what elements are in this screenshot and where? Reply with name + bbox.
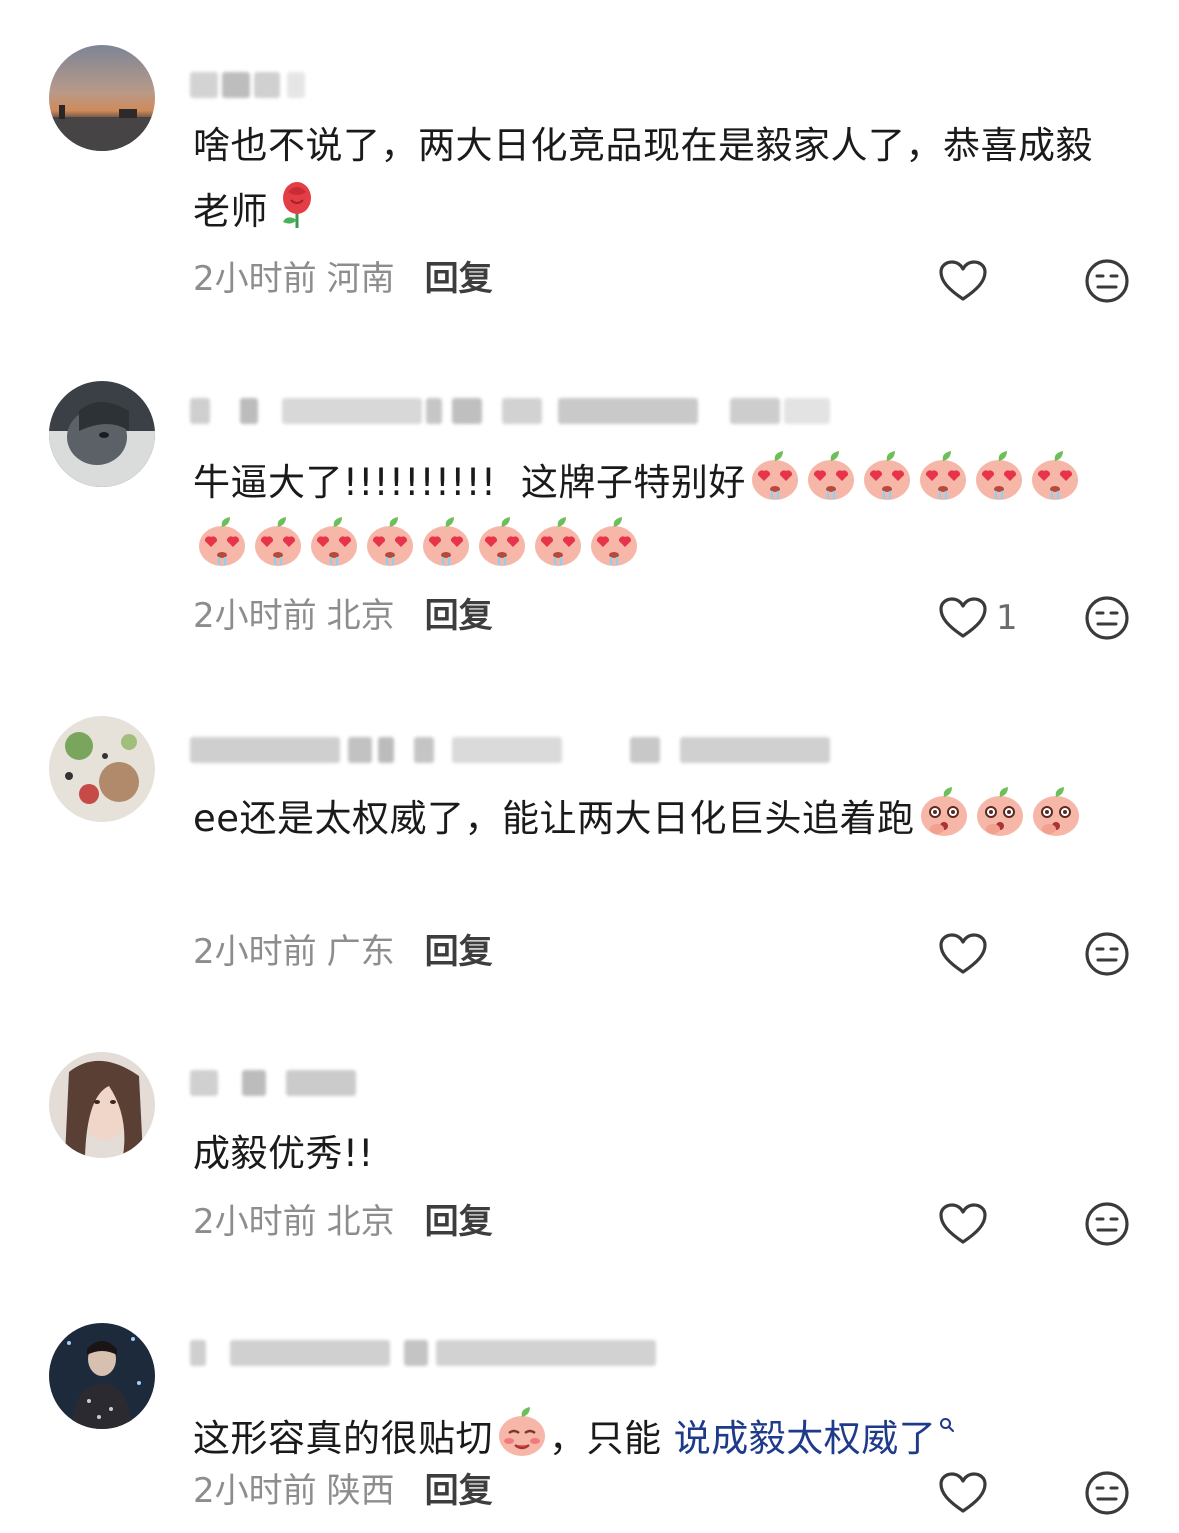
food-avatar-image (49, 716, 155, 822)
comment-text-segment: 成毅优秀!! (193, 1132, 374, 1175)
meh-face-icon[interactable] (1084, 595, 1130, 641)
comment-text-segment: 牛逼大了!!!!!!!!!! 这牌子特别好 (193, 461, 746, 504)
comment-location: 陕西 (326, 1471, 395, 1511)
comment-time: 2小时前 (193, 1202, 317, 1242)
heart-eyes-peach-emoji (251, 515, 305, 569)
comment-meta: 2小时前 河南 回复 (193, 259, 493, 299)
heart-eyes-peach-emoji (1028, 449, 1082, 503)
reply-button[interactable]: 回复 (425, 932, 493, 972)
heart-outline-icon[interactable] (938, 1471, 988, 1515)
heart-eyes-peach-emoji (195, 515, 249, 569)
comment-text-segment: 啥也不说了，两大日化竞品现在是毅家人了，恭喜成毅老师 (193, 124, 1093, 233)
comment-text: 牛逼大了!!!!!!!!!! 这牌子特别好 (193, 449, 1123, 581)
avatar[interactable] (49, 716, 155, 822)
heart-eyes-peach-emoji (531, 515, 585, 569)
search-icon[interactable] (939, 1389, 955, 1453)
avatar[interactable] (49, 1052, 155, 1158)
heart-outline-icon[interactable] (938, 596, 988, 640)
comment-text: 这形容真的很贴切 ，只能 说成毅太权威了 (193, 1389, 1123, 1471)
heart-eyes-peach-emoji (587, 515, 641, 569)
reply-button[interactable]: 回复 (425, 259, 493, 299)
comment-location: 广东 (326, 932, 395, 972)
comment-time: 2小时前 (193, 932, 317, 972)
heart-outline-icon[interactable] (938, 1202, 988, 1246)
comment-location: 河南 (326, 259, 395, 299)
comment-text-segment: ee还是太权威了，能让两大日化巨头追着跑 (193, 797, 915, 840)
avatar[interactable] (49, 1323, 155, 1429)
heart-eyes-peach-emoji (307, 515, 361, 569)
username-blurred[interactable] (190, 1340, 890, 1372)
shocked-peach-emoji (1029, 785, 1083, 839)
reply-button[interactable]: 回复 (425, 1202, 493, 1242)
comment-time: 2小时前 (193, 596, 317, 636)
heart-outline-icon[interactable] (938, 932, 988, 976)
comment-text-segment: ，只能 (549, 1417, 674, 1460)
comment-text: 成毅优秀!! (193, 1122, 1123, 1186)
meh-face-icon[interactable] (1084, 258, 1130, 304)
avatar[interactable] (49, 45, 155, 151)
heart-eyes-peach-emoji (748, 449, 802, 503)
username-blurred[interactable] (190, 72, 890, 104)
username-blurred[interactable] (190, 1070, 890, 1102)
reply-button[interactable]: 回复 (425, 596, 493, 636)
comment-meta: 2小时前 陕西 回复 (193, 1471, 493, 1511)
heart-eyes-peach-emoji (475, 515, 529, 569)
reply-button[interactable]: 回复 (425, 1471, 493, 1511)
stage-avatar-image (49, 1323, 155, 1429)
search-link[interactable]: 说成毅太权威了 (674, 1417, 937, 1460)
comment-location: 北京 (326, 596, 395, 636)
heart-outline-icon[interactable] (938, 259, 988, 303)
portrait-avatar-image (49, 381, 155, 487)
like-count: 1 (996, 598, 1018, 638)
avatar[interactable] (49, 381, 155, 487)
heart-eyes-peach-emoji (972, 449, 1026, 503)
comment-location: 北京 (326, 1202, 395, 1242)
shocked-peach-emoji (973, 785, 1027, 839)
comment-meta: 2小时前 北京 回复 (193, 596, 493, 636)
username-blurred[interactable] (190, 737, 890, 769)
heart-eyes-peach-emoji (363, 515, 417, 569)
comment-time: 2小时前 (193, 1471, 317, 1511)
blushing-peach-emoji (495, 1405, 549, 1459)
comment-text: 啥也不说了，两大日化竞品现在是毅家人了，恭喜成毅老师 (193, 114, 1123, 244)
rose-emoji (270, 178, 324, 232)
comment-meta: 2小时前 广东 回复 (193, 932, 493, 972)
username-blurred[interactable] (190, 398, 890, 430)
heart-eyes-peach-emoji (916, 449, 970, 503)
shocked-peach-emoji (917, 785, 971, 839)
meh-face-icon[interactable] (1084, 1470, 1130, 1516)
meh-face-icon[interactable] (1084, 1201, 1130, 1247)
comment-meta: 2小时前 北京 回复 (193, 1202, 493, 1242)
meh-face-icon[interactable] (1084, 931, 1130, 977)
comment-text: ee还是太权威了，能让两大日化巨头追着跑 (193, 785, 1123, 851)
portrait-avatar-image (49, 1052, 155, 1158)
comment-text-segment: 这形容真的很贴切 (193, 1417, 493, 1460)
heart-eyes-peach-emoji (860, 449, 914, 503)
sunset-avatar-image (49, 45, 155, 151)
heart-eyes-peach-emoji (804, 449, 858, 503)
heart-eyes-peach-emoji (419, 515, 473, 569)
comment-time: 2小时前 (193, 259, 317, 299)
